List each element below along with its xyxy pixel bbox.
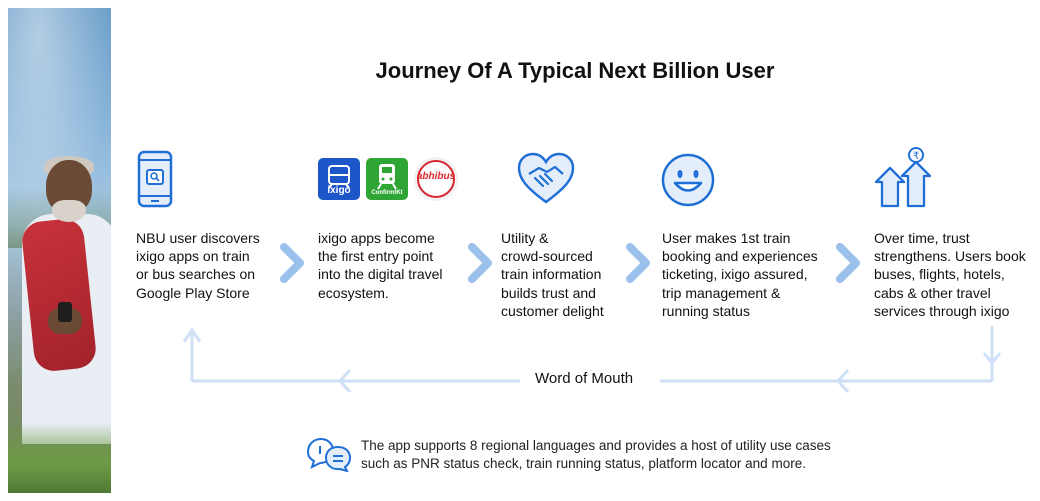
phone-search-icon <box>137 150 173 208</box>
step-4-text: User makes 1st train booking and experien… <box>662 230 818 319</box>
chevron-right-icon <box>836 243 860 283</box>
svg-text:₹: ₹ <box>913 151 919 162</box>
languages-note: The app supports 8 regional languages an… <box>361 438 831 472</box>
step-5-text: Over time, trust strengthens. Users book b… <box>874 230 1026 319</box>
confirmtkt-logo: ConfirmtKt <box>366 158 408 200</box>
chevron-right-icon <box>280 243 304 283</box>
step-1-text: NBU user discovers ixigo apps on train or … <box>136 230 260 301</box>
step-2-text: ixigo apps become the first entry point in… <box>318 230 443 301</box>
step-3-text: Utility & crowd-sourced train information b… <box>501 230 604 319</box>
chat-bubbles-icon <box>306 437 352 472</box>
chevron-right-icon <box>468 243 492 283</box>
smiley-icon <box>661 153 715 207</box>
abhibus-logo: abhibus <box>414 157 458 201</box>
heart-handshake-icon <box>517 152 575 204</box>
word-of-mouth-label: Word of Mouth <box>527 370 642 387</box>
ixigo-logo: ixigo <box>318 158 360 200</box>
growth-arrows-icon: ₹ <box>874 147 932 208</box>
chevron-right-icon <box>626 243 650 283</box>
